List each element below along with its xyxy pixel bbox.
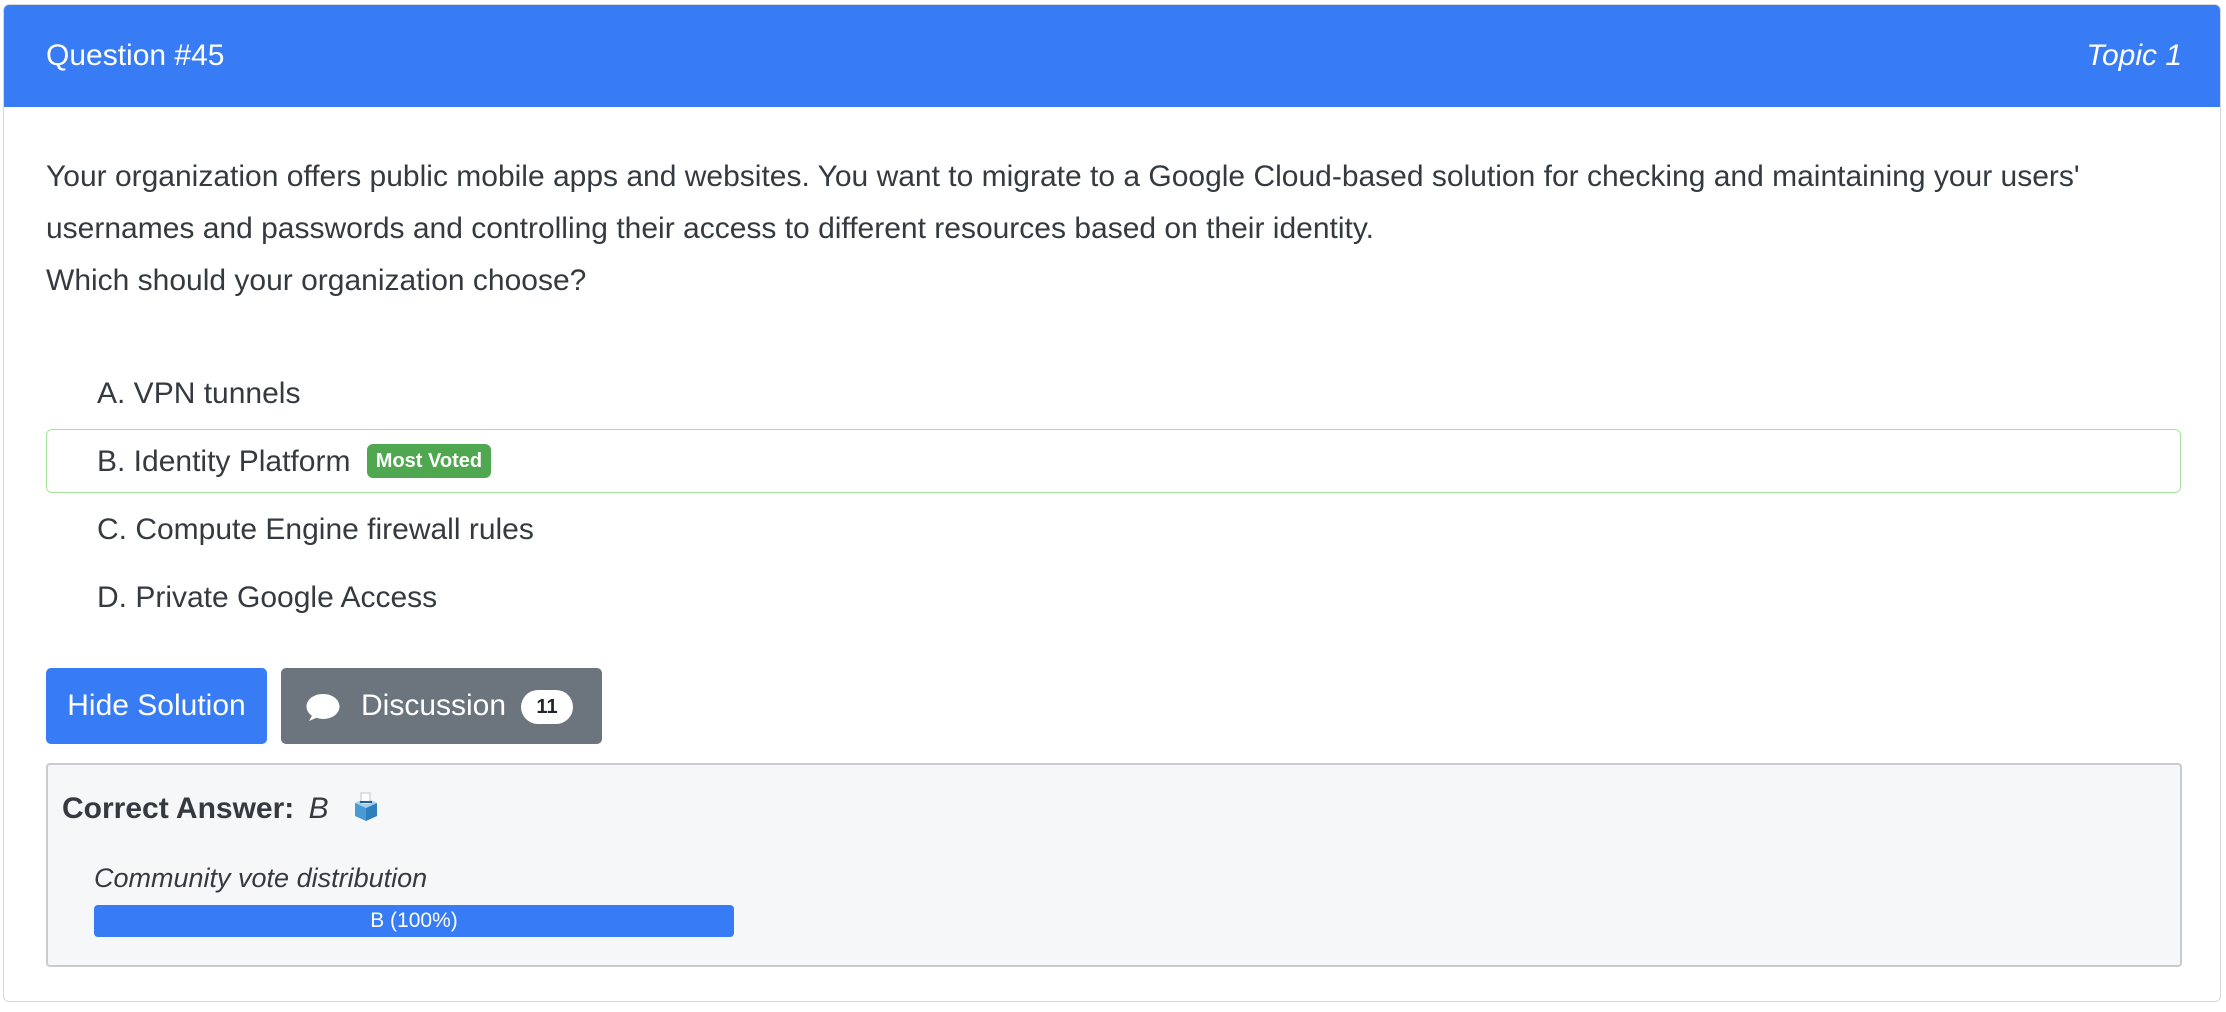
question-text: Your organization offers public mobile a…	[46, 160, 2080, 245]
choice-c-label: C. Compute Engine firewall rules	[97, 513, 534, 546]
solution-panel: Correct Answer: B Community vote distrib…	[46, 763, 2182, 967]
question-number: Question #45	[46, 39, 225, 72]
discussion-button[interactable]: Discussion 11	[281, 668, 602, 744]
choice-b-label: B. Identity Platform	[97, 445, 351, 478]
correct-answer-value: B	[308, 792, 329, 825]
vote-distribution-label: Community vote distribution	[94, 863, 428, 893]
choice-d[interactable]: D. Private Google Access	[46, 565, 2181, 629]
answer-choices: A. VPN tunnels B. Identity Platform Most…	[46, 361, 2181, 633]
hide-solution-button[interactable]: Hide Solution	[46, 668, 267, 744]
vote-bar: B (100%)	[94, 905, 734, 937]
choice-c[interactable]: C. Compute Engine firewall rules	[46, 497, 2181, 561]
correct-answer-line: Correct Answer: B	[62, 791, 381, 831]
comment-icon	[306, 694, 340, 721]
most-voted-badge: Most Voted	[366, 444, 492, 478]
ballot-box-icon[interactable]	[351, 792, 381, 831]
question-prompt: Which should your organization choose?	[46, 264, 587, 297]
question-body: Your organization offers public mobile a…	[46, 151, 2196, 307]
discussion-count-badge: 11	[521, 690, 573, 724]
question-card: Question #45 Topic 1 Your organization o…	[3, 4, 2221, 1002]
correct-answer-label: Correct Answer:	[62, 792, 295, 825]
topic-label: Topic 1	[2086, 39, 2182, 72]
choice-a[interactable]: A. VPN tunnels	[46, 361, 2181, 425]
question-header: Question #45 Topic 1	[4, 5, 2220, 107]
choice-b[interactable]: B. Identity Platform Most Voted	[46, 429, 2181, 493]
vote-bar-fill: B (100%)	[94, 905, 734, 937]
choice-a-label: A. VPN tunnels	[97, 377, 301, 410]
choice-d-label: D. Private Google Access	[97, 581, 438, 614]
discussion-label: Discussion	[361, 689, 507, 722]
